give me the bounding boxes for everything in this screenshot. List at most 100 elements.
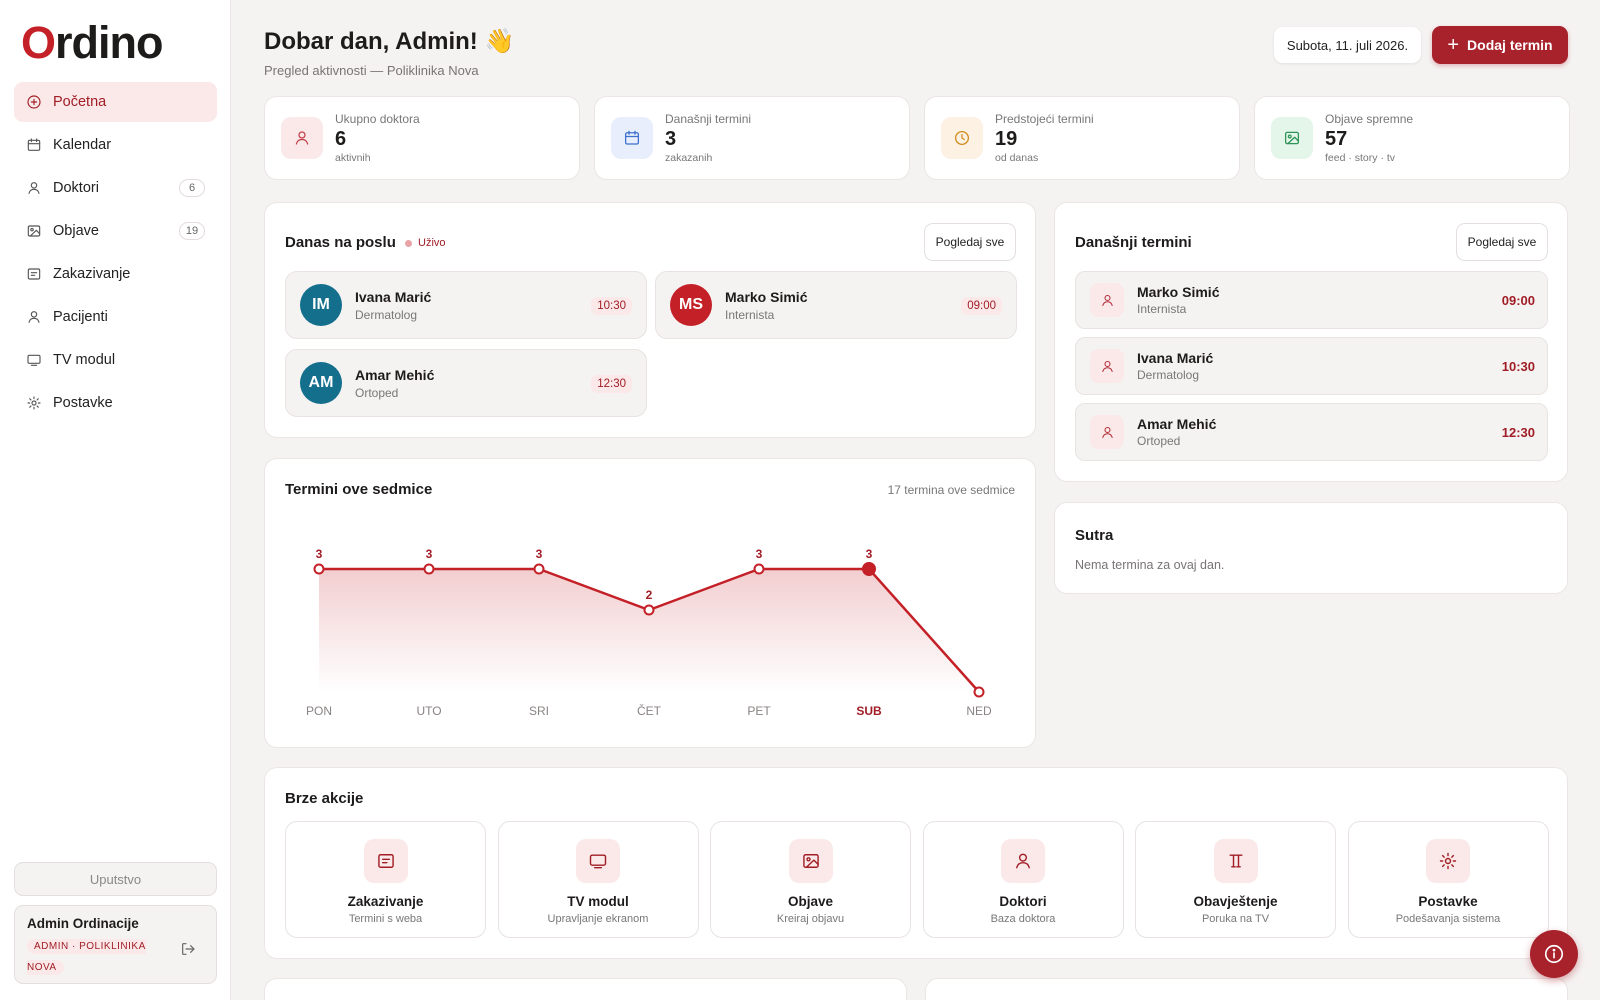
logo[interactable]: Ordino xyxy=(21,17,164,68)
chart-data-label: 3 xyxy=(426,547,433,561)
quick-action-obavještenje[interactable]: Obavještenje Poruka na TV xyxy=(1135,821,1336,938)
plus-icon: + xyxy=(1447,34,1460,56)
appointment-doctor-name: Amar Mehić xyxy=(1137,416,1217,432)
week-line-chart: 3 PON 3 UTO 3 SRI 2 ČET 3 PET 3 SUB NED xyxy=(306,547,992,718)
chart-x-tick-label: ČET xyxy=(637,703,662,718)
appointment-specialty: Ortoped xyxy=(1137,434,1181,448)
appointment-specialty: Dermatolog xyxy=(1137,368,1200,382)
form-icon xyxy=(26,266,42,282)
sidebar-item-doktori[interactable]: Doktori 6 xyxy=(14,168,217,208)
help-button[interactable]: Uputstvo xyxy=(14,862,217,896)
stat-label: Današnji termini xyxy=(665,112,752,126)
quick-action-title: Obavještenje xyxy=(1193,894,1278,909)
tv-icon xyxy=(576,839,620,883)
sidebar-item-postavke[interactable]: Postavke xyxy=(14,383,217,423)
sidebar-item-početna[interactable]: Početna xyxy=(14,82,217,122)
user-icon xyxy=(1001,839,1045,883)
logout-icon[interactable] xyxy=(180,941,196,957)
chart-point[interactable] xyxy=(313,563,325,575)
appointment-doctor-name: Marko Simić xyxy=(1137,284,1220,300)
sidebar-item-pacijenti[interactable]: Pacijenti xyxy=(14,297,217,337)
staff-card[interactable]: IM Ivana Marić Dermatolog 10:30 xyxy=(285,271,647,339)
user-name: Admin Ordinacije xyxy=(27,916,139,931)
page-subtitle: Pregled aktivnosti — Poliklinika Nova xyxy=(264,63,479,78)
tomorrow-empty-text: Nema termina za ovaj dan. xyxy=(1075,558,1225,572)
sidebar-item-label: Pacijenti xyxy=(53,309,108,325)
chart-point[interactable] xyxy=(643,604,655,616)
tomorrow-title: Sutra xyxy=(1075,527,1114,544)
stat-sub: aktivnih xyxy=(335,152,371,164)
bottom-card-left xyxy=(264,978,907,1000)
calendar-icon xyxy=(26,137,42,153)
quick-action-subtitle: Kreiraj objavu xyxy=(776,913,845,925)
quick-action-zakazivanje[interactable]: Zakazivanje Termini s weba xyxy=(285,821,486,938)
chart-x-tick-label: NED xyxy=(966,704,992,718)
chart-x-tick-label: SUB xyxy=(856,704,882,718)
logo-accent: O xyxy=(21,17,56,68)
add-appointment-button[interactable]: + Dodaj termin xyxy=(1432,26,1568,64)
chart-point[interactable] xyxy=(533,563,545,575)
quick-action-title: Zakazivanje xyxy=(347,894,424,909)
text-icon xyxy=(1213,839,1258,883)
today-appointments-card: Današnji termini Pogledaj sve Marko Simi… xyxy=(1054,202,1568,482)
sidebar-item-zakazivanje[interactable]: Zakazivanje xyxy=(14,254,217,294)
quick-action-tv-modul[interactable]: TV modul Upravljanje ekranom xyxy=(497,821,699,938)
quick-action-doktori[interactable]: Doktori Baza doktora xyxy=(922,821,1124,938)
appointment-time: 09:00 xyxy=(1501,293,1535,308)
tv-icon xyxy=(26,352,42,368)
sidebar-item-label: TV modul xyxy=(53,352,116,368)
sidebar-item-label: Zakazivanje xyxy=(53,266,131,282)
quick-actions-title: Brze akcije xyxy=(285,790,364,807)
stat-sub: od danas xyxy=(995,152,1039,164)
shift-time-badge: 10:30 xyxy=(591,297,632,315)
chart-point[interactable] xyxy=(973,686,985,698)
quick-action-title: TV modul xyxy=(567,894,629,909)
tomorrow-card: Sutra Nema termina za ovaj dan. xyxy=(1054,502,1568,594)
user-icon xyxy=(1090,349,1124,383)
staff-specialty: Ortoped xyxy=(355,385,399,400)
sidebar-item-label: Postavke xyxy=(53,395,113,411)
stat-label: Predstojeći termini xyxy=(995,112,1094,126)
image-icon xyxy=(26,223,42,239)
sidebar-item-kalendar[interactable]: Kalendar xyxy=(14,125,217,165)
image-icon xyxy=(788,839,833,883)
user-icon xyxy=(26,309,42,325)
sidebar-item-objave[interactable]: Objave 19 xyxy=(14,211,217,251)
quick-action-title: Postavke xyxy=(1418,894,1478,909)
chart-point[interactable] xyxy=(423,563,435,575)
chart-point[interactable] xyxy=(862,562,876,576)
quick-action-objave[interactable]: Objave Kreiraj objavu xyxy=(710,821,911,938)
today-view-all-button[interactable]: Pogledaj sve xyxy=(1456,223,1548,261)
stat-value: 57 xyxy=(1325,128,1348,150)
stat-sub: zakazanih xyxy=(665,152,713,164)
live-indicator: Uživo xyxy=(405,237,446,249)
stat-label: Objave spremne xyxy=(1325,112,1414,126)
chart-x-tick-label: PON xyxy=(306,704,332,718)
sidebar-item-label: Objave xyxy=(53,223,99,239)
quick-action-postavke[interactable]: Postavke Podešavanja sistema xyxy=(1347,821,1549,938)
appointment-row[interactable]: Ivana Marić Dermatolog 10:30 xyxy=(1075,337,1548,395)
stat-card: Današnji termini 3 zakazanih xyxy=(594,96,910,180)
chart-data-label: 3 xyxy=(756,547,763,561)
appointment-row[interactable]: Marko Simić Internista 09:00 xyxy=(1075,271,1548,329)
quick-action-subtitle: Poruka na TV xyxy=(1201,913,1270,925)
quick-action-title: Objave xyxy=(787,894,834,909)
sidebar-item-tv-modul[interactable]: TV modul xyxy=(14,340,217,380)
clock-icon xyxy=(941,117,983,159)
chart-x-tick-label: UTO xyxy=(416,704,441,718)
calendar-icon xyxy=(611,117,653,159)
shift-time-badge: 12:30 xyxy=(591,375,632,393)
chart-data-label: 2 xyxy=(646,588,653,602)
page-title: Dobar dan, Admin! 👋 xyxy=(264,28,515,55)
sidebar-item-label: Kalendar xyxy=(53,137,112,153)
plus-circle-icon xyxy=(26,94,42,110)
appointment-row[interactable]: Amar Mehić Ortoped 12:30 xyxy=(1075,403,1548,461)
stat-card: Objave spremne 57 feed · story · tv xyxy=(1254,96,1570,180)
info-fab-button[interactable] xyxy=(1530,930,1578,978)
staff-card[interactable]: AM Amar Mehić Ortoped 12:30 xyxy=(285,349,647,417)
chart-point[interactable] xyxy=(753,563,765,575)
staff-card[interactable]: MS Marko Simić Internista 09:00 xyxy=(655,271,1017,339)
on-duty-card: Danas na poslu Uživo Pogledaj sve IM Ivan… xyxy=(264,202,1036,438)
chart-x-tick-label: PET xyxy=(747,704,771,718)
on-duty-view-all-button[interactable]: Pogledaj sve xyxy=(924,223,1016,261)
